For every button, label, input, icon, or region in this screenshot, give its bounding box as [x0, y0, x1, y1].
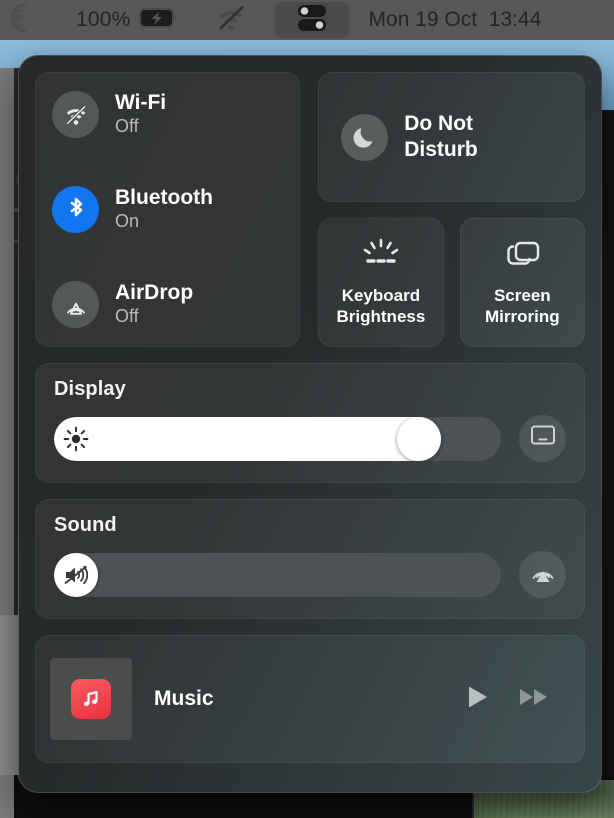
- siri-menu-item[interactable]: [0, 0, 56, 40]
- wifi-menu-item[interactable]: [213, 0, 249, 40]
- airplay-audio-icon: [528, 558, 558, 591]
- sound-slider-row: [54, 551, 566, 598]
- screen-mirroring-line-2: Mirroring: [485, 306, 560, 326]
- music-note-icon: [71, 679, 111, 719]
- wifi-text: Wi-Fi Off: [115, 91, 166, 137]
- screen-mirroring-tile[interactable]: Screen Mirroring: [459, 218, 585, 347]
- dnd-line-2: Disturb: [404, 138, 478, 161]
- connectivity-module: Wi-Fi Off Bluetooth On AirDrop Off: [35, 72, 301, 347]
- music-controls: [462, 682, 570, 717]
- airdrop-state: Off: [115, 305, 139, 326]
- sound-module: Sound: [35, 499, 585, 619]
- battery-percent-label: 100%: [76, 8, 131, 31]
- sound-output-button[interactable]: [519, 551, 566, 598]
- bluetooth-icon[interactable]: [52, 186, 99, 233]
- airdrop-label: AirDrop: [115, 281, 194, 305]
- sound-volume-slider[interactable]: [54, 552, 501, 597]
- sun-brightness-icon: [54, 417, 98, 461]
- wifi-label: Wi-Fi: [115, 91, 167, 115]
- sound-title: Sound: [54, 514, 117, 536]
- screen-mirroring-label: Screen Mirroring: [485, 286, 560, 326]
- bluetooth-text: Bluetooth On: [115, 186, 213, 232]
- battery-menu-item[interactable]: 100%: [76, 0, 179, 40]
- bluetooth-row[interactable]: Bluetooth On: [52, 186, 283, 233]
- display-slider-knob[interactable]: [396, 416, 441, 461]
- control-center-menu-item[interactable]: [274, 2, 349, 38]
- speaker-muted-icon: [54, 553, 98, 597]
- play-button[interactable]: [462, 682, 492, 717]
- do-not-disturb-label: Do Not Disturb: [404, 111, 478, 164]
- moon-icon: [341, 113, 389, 161]
- wifi-row[interactable]: Wi-Fi Off: [52, 91, 283, 138]
- keyboard-brightness-tile[interactable]: Keyboard Brightness: [318, 218, 444, 347]
- control-center-top-right: Do Not Disturb Keyboard Brightness Scree…: [318, 72, 585, 347]
- display-module: Display: [35, 363, 585, 483]
- album-art-placeholder: [50, 658, 132, 740]
- menu-bar-clock[interactable]: Mon 19 Oct 13:44: [369, 8, 542, 32]
- siri-swirl-icon: [10, 1, 45, 40]
- keyboard-brightness-line-1: Keyboard: [341, 286, 421, 306]
- display-title: Display: [54, 378, 126, 400]
- airdrop-row[interactable]: AirDrop Off: [52, 281, 283, 328]
- fast-forward-button[interactable]: [516, 682, 552, 717]
- control-center-tile-row: Keyboard Brightness Screen Mirroring: [318, 218, 585, 347]
- dnd-line-1: Do Not: [404, 111, 474, 135]
- keyboard-brightness-label: Keyboard Brightness: [337, 286, 426, 326]
- display-slider-row: [54, 415, 566, 462]
- control-center-toggles-icon: [292, 3, 332, 38]
- do-not-disturb-tile[interactable]: Do Not Disturb: [318, 72, 585, 202]
- display-slider-fill: [54, 416, 441, 461]
- wifi-off-icon: [213, 4, 249, 37]
- airdrop-icon[interactable]: [52, 281, 99, 328]
- bluetooth-state: On: [115, 210, 140, 231]
- menu-bar: 100% Mon 19 Oct 13:44: [0, 0, 614, 40]
- control-center-panel: Wi-Fi Off Bluetooth On AirDrop Off Do No…: [18, 55, 602, 793]
- screen-mirroring-icon: [501, 238, 543, 277]
- display-brightness-slider[interactable]: [54, 416, 501, 461]
- music-title: Music: [154, 687, 214, 710]
- display-icon: [528, 423, 558, 454]
- screen-mirroring-line-1: Screen: [493, 286, 551, 306]
- battery-charging-icon: [138, 7, 179, 34]
- wifi-off-icon[interactable]: [52, 91, 99, 138]
- airdrop-text: AirDrop Off: [115, 281, 193, 327]
- music-module: Music: [35, 635, 585, 763]
- keyboard-brightness-line-2: Brightness: [336, 306, 426, 326]
- display-settings-button[interactable]: [519, 415, 566, 462]
- bluetooth-label: Bluetooth: [115, 186, 213, 210]
- control-center-top-row: Wi-Fi Off Bluetooth On AirDrop Off Do No…: [35, 72, 585, 347]
- wifi-state: Off: [115, 115, 139, 136]
- keyboard-brightness-icon: [358, 238, 404, 277]
